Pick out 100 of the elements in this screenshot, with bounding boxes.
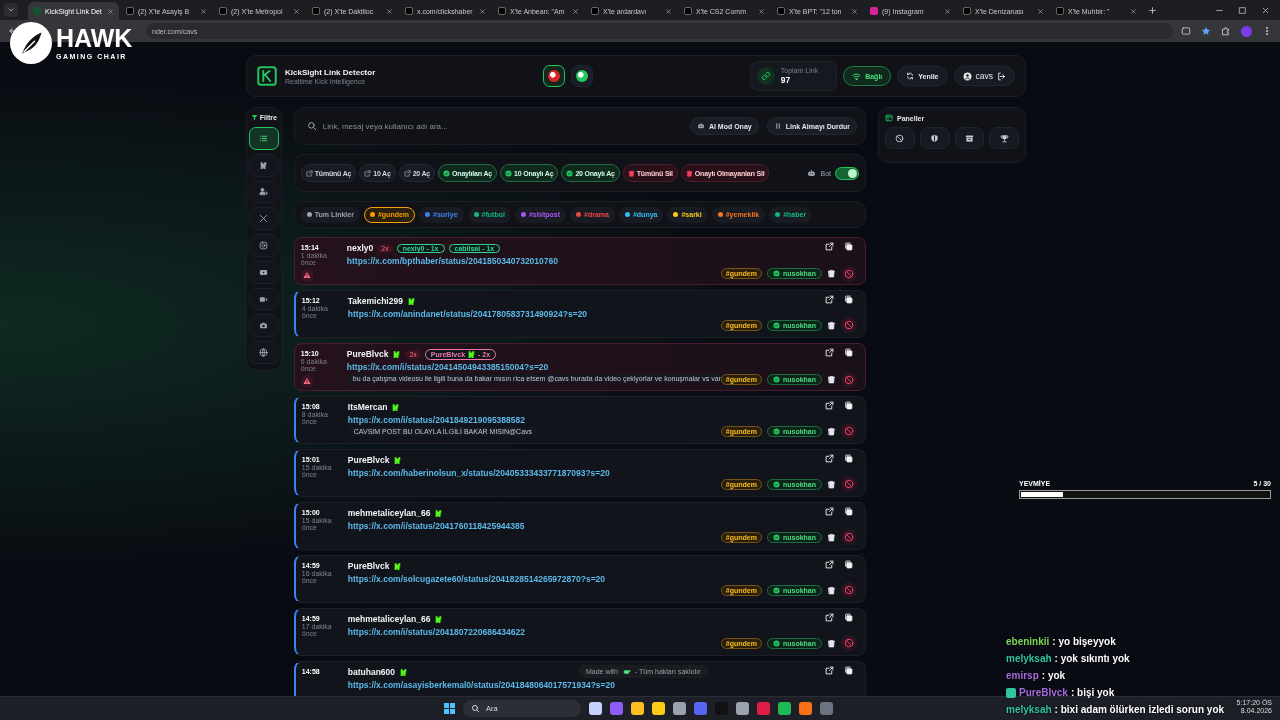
panel-button[interactable] [989, 127, 1019, 149]
link-url[interactable]: https://x.com/asayisberkemal0/status/2041848064017571934?s=20 [347, 680, 825, 690]
mode-button[interactable] [543, 65, 566, 87]
copy-button[interactable] [844, 613, 853, 622]
link-url[interactable]: https://x.com/i/status/2041807220686434622 [347, 627, 721, 637]
copy-icon [844, 560, 853, 569]
block-button[interactable] [841, 317, 857, 333]
external-link-icon [825, 401, 834, 410]
open-link-button[interactable] [825, 454, 834, 463]
copy-button[interactable] [844, 401, 853, 410]
user-menu[interactable]: cavs [953, 66, 1015, 86]
filter-button[interactable] [248, 234, 279, 257]
link-url[interactable]: https://x.com/i/status/2041849219095388582 [347, 415, 721, 425]
copy-button[interactable] [844, 507, 853, 516]
pause-icon [773, 122, 782, 130]
app-icon[interactable] [652, 702, 665, 715]
open-link-button[interactable] [825, 507, 834, 516]
link-username: nexly0 [346, 243, 374, 253]
panel-button[interactable] [954, 127, 985, 149]
app-icon[interactable] [673, 702, 686, 715]
close-icon [1037, 7, 1044, 15]
open-link-button[interactable] [825, 401, 834, 410]
delete-button[interactable] [827, 269, 836, 279]
close-icon [107, 7, 114, 15]
chat-message: : yok [1041, 670, 1066, 681]
chat-message: : yo bişeyyok [1052, 636, 1116, 647]
panel-icon [885, 114, 893, 122]
mode-button[interactable] [571, 65, 594, 87]
link-url[interactable]: https://x.com/haberinolsun_x/status/2040533343377187093?s=20 [347, 468, 721, 478]
block-button[interactable] [841, 476, 857, 492]
link-url[interactable]: https://x.com/i/status/2041760118425944385 [347, 521, 721, 531]
close-icon [200, 7, 207, 15]
delete-button[interactable] [827, 479, 836, 489]
block-button[interactable] [841, 635, 857, 651]
filter-button[interactable] [248, 127, 279, 150]
link-url[interactable]: https://x.com/solcugazete60/status/2041828514265972870?s=20 [347, 574, 721, 584]
copy-button[interactable] [844, 295, 853, 304]
open-link-button[interactable] [825, 295, 834, 304]
ban-icon [844, 320, 854, 330]
delete-button[interactable] [827, 320, 836, 330]
copy-button[interactable] [844, 348, 853, 357]
filter-button[interactable] [248, 314, 279, 338]
ban-icon [844, 585, 854, 595]
link-url[interactable]: https://x.com/anindanet/status/2041780583731490924?s=20 [347, 309, 721, 319]
delete-button[interactable] [827, 375, 836, 385]
open-link-button[interactable] [825, 613, 834, 622]
chat-username: emirsp [1006, 670, 1039, 681]
start-button[interactable] [444, 703, 455, 714]
app-icon[interactable] [736, 702, 749, 715]
panel-button[interactable] [885, 127, 915, 149]
filter-button[interactable] [248, 180, 279, 204]
close-icon [665, 7, 672, 15]
app-icon[interactable] [757, 702, 770, 715]
filter-button[interactable] [248, 260, 279, 284]
tab-favicon-icon [405, 7, 413, 15]
trash-icon [685, 169, 693, 177]
copy-button[interactable] [844, 242, 853, 251]
app-icon[interactable] [631, 702, 644, 715]
k-logo-icon [259, 160, 269, 170]
app-icon[interactable] [799, 702, 812, 715]
link-url[interactable]: https://x.com/i/status/2041450494338515004?s=20 [346, 362, 721, 372]
logo-title: HAWK [56, 26, 133, 51]
delete-button[interactable] [827, 426, 836, 436]
delete-button[interactable] [827, 638, 836, 648]
external-link-icon [825, 613, 834, 622]
filter-button[interactable] [248, 153, 279, 177]
copy-icon [844, 295, 853, 304]
tab-favicon-icon [963, 7, 971, 15]
panel-button[interactable] [919, 127, 950, 149]
link-url[interactable]: https://x.com/bpthaber/status/2041850340732010760 [346, 256, 721, 266]
block-button[interactable] [841, 582, 857, 598]
delete-button[interactable] [827, 532, 836, 542]
block-button[interactable] [841, 423, 857, 439]
trash-icon [827, 375, 836, 385]
trash-icon [827, 479, 836, 489]
bot-toggle[interactable] [835, 166, 859, 180]
block-button[interactable] [841, 265, 857, 282]
open-link-button[interactable] [825, 666, 834, 675]
external-link-icon [825, 348, 834, 357]
link-username: batuhan600 [347, 667, 396, 677]
block-button[interactable] [841, 529, 857, 545]
copy-button[interactable] [844, 560, 853, 569]
copy-icon [844, 613, 853, 622]
open-link-button[interactable] [825, 348, 834, 357]
chat-message: : bişi yok [1070, 687, 1115, 698]
app-icon[interactable] [778, 702, 791, 715]
copy-button[interactable] [844, 666, 853, 675]
block-button[interactable] [841, 371, 857, 388]
filter-button[interactable] [248, 341, 279, 365]
users-icon [259, 187, 269, 197]
filter-button[interactable] [248, 287, 279, 311]
copy-button[interactable] [844, 454, 853, 463]
open-link-button[interactable] [825, 560, 834, 569]
open-link-button[interactable] [825, 242, 834, 251]
close-icon [386, 7, 393, 15]
search-field[interactable]: Link, mesaj veya kullanıcı adı ara... [322, 119, 682, 133]
app-icon[interactable] [610, 702, 623, 715]
delete-button[interactable] [827, 585, 836, 595]
app-icon[interactable] [589, 702, 602, 715]
trash-icon [627, 169, 635, 177]
